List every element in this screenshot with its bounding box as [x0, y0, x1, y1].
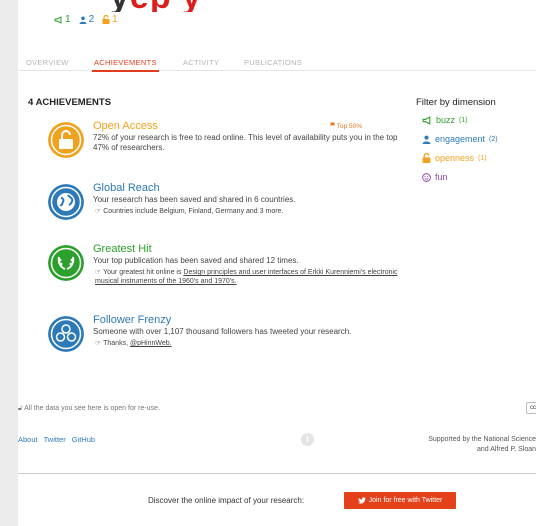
- flag-icon: [330, 122, 335, 126]
- hand-point-icon: ☞: [95, 269, 102, 276]
- filter-item-engagement[interactable]: engagement (2): [422, 134, 498, 144]
- achievement-title[interactable]: Greatest Hit: [93, 243, 398, 255]
- person-icon: [422, 135, 431, 144]
- tab-publications[interactable]: PUBLICATIONS: [244, 58, 302, 67]
- twitter-bird-icon: [357, 497, 366, 504]
- open-lock-badge-icon: [48, 122, 84, 158]
- achievement-note: ☞ Countries include Belgium, Finland, Ge…: [95, 208, 284, 215]
- laurel-badge-icon: [48, 245, 84, 281]
- unlock-icon: 🔓︎: [18, 405, 23, 412]
- profile-name-strip: yep y: [18, 0, 536, 12]
- profile-name: yep y: [110, 0, 202, 12]
- tab-overview[interactable]: OVERVIEW: [26, 58, 69, 67]
- followers-badge-icon: [48, 316, 84, 352]
- engagement-count[interactable]: 2: [79, 14, 94, 25]
- profile-tabs: OVERVIEW ACHIEVEMENTS ACTIVITY PUBLICATI…: [18, 52, 536, 72]
- hand-point-icon: ☞: [95, 208, 102, 215]
- unlock-icon: [102, 15, 110, 24]
- open-data-note: 🔓︎ All the data you see here is open for…: [18, 405, 160, 412]
- achievements-heading: 4 ACHIEVEMENTS: [28, 97, 112, 108]
- top-percent-badge: Top 50%: [330, 122, 362, 130]
- tab-achievements[interactable]: ACHIEVEMENTS: [92, 58, 159, 72]
- footer-links: About Twitter GitHub: [18, 435, 95, 444]
- profile-counts: 1 2 1: [54, 14, 118, 25]
- footer-link-twitter[interactable]: Twitter: [44, 435, 66, 444]
- unlock-icon: [422, 153, 431, 163]
- achievement-note: ☞ Thanks, @pHinnWeb.: [95, 340, 172, 347]
- achievement-note: ☞ Your greatest hit online is Design pri…: [95, 269, 398, 285]
- profile-page: yep y 1 2 1 OVERVIEW ACHIEVEMENTS ACTIVI…: [18, 0, 536, 526]
- cc-license-button[interactable]: cc: [526, 402, 536, 414]
- achievement-description: 72% of your research is free to read onl…: [93, 133, 398, 152]
- signup-bar: Discover the online impact of your resea…: [18, 473, 536, 526]
- filter-heading: Filter by dimension: [416, 97, 496, 108]
- info-icon[interactable]: i: [301, 433, 314, 446]
- twitter-user-link[interactable]: @pHinnWeb.: [130, 340, 172, 347]
- person-icon: [79, 16, 87, 24]
- hand-point-icon: ☞: [95, 340, 102, 347]
- achievement-description: Someone with over 1,107 thousand followe…: [93, 327, 352, 336]
- signup-text: Discover the online impact of your resea…: [148, 496, 305, 505]
- megaphone-icon: [422, 115, 431, 125]
- footer-link-about[interactable]: About: [18, 435, 38, 444]
- smiley-icon: [422, 172, 431, 182]
- achievement-title[interactable]: Global Reach: [93, 182, 398, 194]
- achievement-description: Your research has been saved and shared …: [93, 195, 296, 204]
- openness-count[interactable]: 1: [102, 14, 118, 25]
- filter-item-buzz[interactable]: buzz (1): [422, 115, 468, 125]
- globe-badge-icon: [48, 184, 84, 220]
- achievement-description: Your top publication has been saved and …: [93, 256, 299, 265]
- tab-activity[interactable]: ACTIVITY: [183, 58, 219, 67]
- megaphone-icon: [54, 15, 62, 24]
- support-note: Supported by the National Science and Al…: [428, 436, 536, 453]
- filter-item-fun[interactable]: fun: [422, 172, 448, 182]
- buzz-count[interactable]: 1: [54, 14, 71, 25]
- filter-item-openness[interactable]: openness (1): [422, 153, 487, 163]
- footer-link-github[interactable]: GitHub: [72, 435, 95, 444]
- join-twitter-button[interactable]: Join for free with Twitter: [344, 492, 456, 509]
- achievement-title[interactable]: Follower Frenzy: [93, 314, 398, 326]
